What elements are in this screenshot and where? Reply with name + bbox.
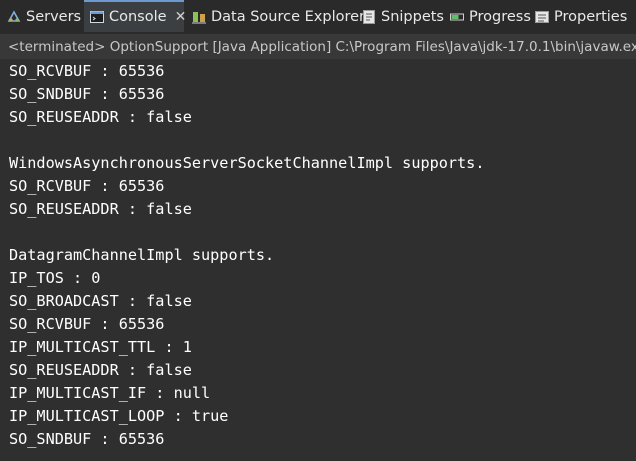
- tab-label: Properties: [554, 9, 628, 25]
- tab-label: Console: [109, 9, 167, 25]
- console-icon: [89, 9, 105, 25]
- tab-snippets[interactable]: Snippets: [361, 0, 444, 34]
- console-line: IP_MULTICAST_TTL : 1: [9, 338, 192, 356]
- console-line: DatagramChannelImpl supports.: [9, 246, 275, 264]
- console-line: SO_SNDBUF : 65536: [9, 85, 165, 103]
- tab-label: Data Source Explorer: [211, 9, 366, 25]
- console-line: IP_MULTICAST_IF : null: [9, 384, 211, 402]
- console-line: SO_RCVBUF : 65536: [9, 177, 165, 195]
- console-line: SO_REUSEADDR : false: [9, 200, 192, 218]
- console-line: SO_REUSEADDR : false: [9, 108, 192, 126]
- snippets-icon: [361, 9, 377, 25]
- servers-icon: [6, 9, 22, 25]
- tab-progress[interactable]: Progress: [449, 0, 531, 34]
- console-line: SO_REUSEADDR : false: [9, 361, 192, 379]
- tab-console[interactable]: Console ✕: [84, 0, 187, 32]
- data-source-explorer-icon: [191, 9, 207, 25]
- tab-label: Servers: [26, 9, 82, 25]
- tab-properties[interactable]: Properties: [534, 0, 627, 34]
- tab-servers[interactable]: Servers: [6, 0, 81, 34]
- console-output[interactable]: SO_RCVBUF : 65536 SO_SNDBUF : 65536 SO_REU…: [0, 59, 636, 461]
- console-line: IP_TOS : 0: [9, 269, 101, 287]
- console-line: WindowsAsynchronousServerSocketChannelIm…: [9, 154, 485, 172]
- console-line: SO_SNDBUF : 65536: [9, 430, 165, 448]
- tab-data-source-explorer[interactable]: Data Source Explorer: [191, 0, 365, 34]
- progress-icon: [449, 9, 465, 25]
- console-line: SO_RCVBUF : 65536: [9, 315, 165, 333]
- tab-label: Snippets: [381, 9, 444, 25]
- console-line: IP_MULTICAST_LOOP : true: [9, 407, 229, 425]
- properties-icon: [534, 9, 550, 25]
- console-line: SO_RCVBUF : 65536: [9, 62, 165, 80]
- console-process-header: <terminated> OptionSupport [Java Applica…: [0, 35, 636, 59]
- view-tab-bar: Servers Console ✕ Data Source Explorer S…: [0, 0, 636, 35]
- close-icon[interactable]: ✕: [175, 9, 187, 25]
- tab-label: Progress: [469, 9, 531, 25]
- console-line: SO_BROADCAST : false: [9, 292, 192, 310]
